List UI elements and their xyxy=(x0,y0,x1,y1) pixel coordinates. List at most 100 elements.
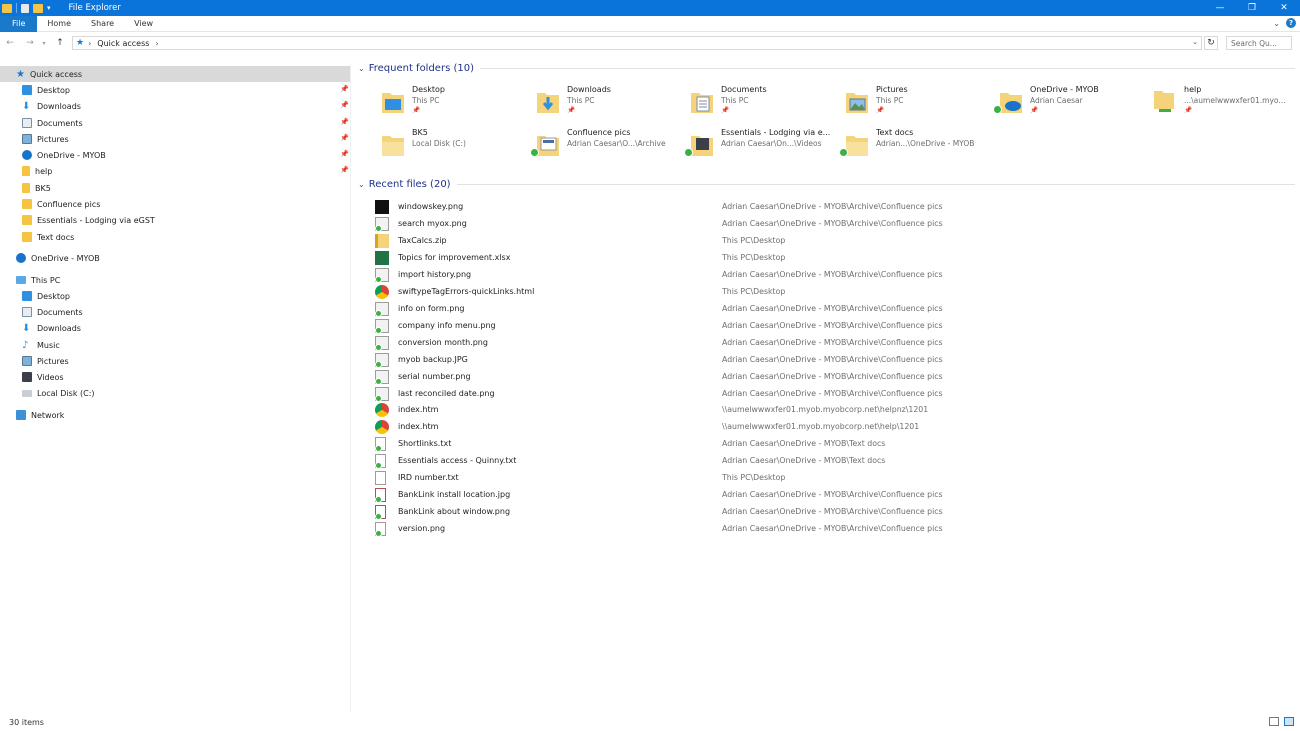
nav-qa-desktop[interactable]: Desktop xyxy=(0,82,70,98)
nav-pc-desktop[interactable]: Desktop xyxy=(0,288,70,304)
nav-label: Quick access xyxy=(29,69,83,79)
file-row[interactable]: import history.png Adrian Caesar\OneDriv… xyxy=(375,267,1295,284)
search-input[interactable]: Search Qu... xyxy=(1226,36,1292,50)
pin-icon[interactable]: 📌 xyxy=(340,85,349,93)
nav-pc-pictures[interactable]: Pictures xyxy=(0,353,69,369)
file-row[interactable]: last reconciled date.png Adrian Caesar\O… xyxy=(375,386,1295,403)
expand-ribbon-icon[interactable]: ⌄ xyxy=(1273,19,1280,28)
folder-tile-downloads[interactable]: Downloads This PC 📌 xyxy=(530,85,680,121)
file-row[interactable]: swiftypeTagErrors-quickLinks.html This P… xyxy=(375,284,1295,301)
file-row[interactable]: info on form.png Adrian Caesar\OneDrive … xyxy=(375,301,1295,318)
nav-quick-access[interactable]: ★ Quick access xyxy=(0,66,350,82)
file-row[interactable]: BankLink about window.png Adrian Caesar\… xyxy=(375,504,1295,521)
file-row[interactable]: index.htm \\aumelwwwxfer01.myob.myobcorp… xyxy=(375,419,1295,436)
recent-files-header[interactable]: ⌄ Recent files (20) xyxy=(358,177,1295,191)
file-row[interactable]: serial number.png Adrian Caesar\OneDrive… xyxy=(375,369,1295,386)
pin-icon[interactable]: 📌 xyxy=(340,134,349,142)
file-name: conversion month.png xyxy=(398,338,488,347)
file-name: TaxCalcs.zip xyxy=(398,236,447,245)
tab-share[interactable]: Share xyxy=(81,16,124,32)
pictures-icon xyxy=(22,356,32,366)
breadcrumb-quick-access[interactable]: Quick access xyxy=(97,39,149,48)
tab-home[interactable]: Home xyxy=(37,16,81,32)
folder-tile-textdocs[interactable]: Text docs Adrian...\OneDrive - MYOB xyxy=(839,128,989,164)
help-icon[interactable]: ? xyxy=(1286,18,1296,28)
file-row[interactable]: conversion month.png Adrian Caesar\OneDr… xyxy=(375,335,1295,352)
folder-tile-pictures[interactable]: Pictures This PC 📌 xyxy=(839,85,989,121)
address-dropdown-icon[interactable]: ⌄ xyxy=(1192,38,1198,46)
file-row[interactable]: Topics for improvement.xlsx This PC\Desk… xyxy=(375,250,1295,267)
file-row[interactable]: TaxCalcs.zip This PC\Desktop xyxy=(375,233,1295,250)
explorer-folder-icon[interactable] xyxy=(2,3,12,13)
file-row[interactable]: company info menu.png Adrian Caesar\OneD… xyxy=(375,318,1295,335)
pin-icon[interactable]: 📌 xyxy=(340,166,349,174)
nav-qa-pictures[interactable]: Pictures xyxy=(0,131,69,147)
nav-qa-textdocs[interactable]: Text docs xyxy=(0,229,74,245)
close-button[interactable]: ✕ xyxy=(1268,0,1300,16)
breadcrumb-separator-icon[interactable]: › xyxy=(88,39,91,48)
window-title: File Explorer xyxy=(68,3,121,13)
pin-icon[interactable]: 📌 xyxy=(340,118,349,126)
chevron-down-icon[interactable]: ⌄ xyxy=(358,180,365,189)
file-row[interactable]: windowskey.png Adrian Caesar\OneDrive - … xyxy=(375,199,1295,216)
nav-qa-onedrive[interactable]: OneDrive - MYOB xyxy=(0,147,106,163)
file-row[interactable]: BankLink install location.jpg Adrian Cae… xyxy=(375,487,1295,504)
restore-button[interactable]: ❐ xyxy=(1236,0,1268,16)
file-row[interactable]: Essentials access - Quinny.txt Adrian Ca… xyxy=(375,453,1295,470)
nav-pc-downloads[interactable]: ⬇ Downloads xyxy=(0,320,81,336)
nav-this-pc[interactable]: This PC xyxy=(0,272,60,288)
breadcrumb-chevron-icon[interactable]: › xyxy=(155,39,158,48)
downloads-folder-icon xyxy=(537,93,559,113)
nav-qa-documents[interactable]: Documents xyxy=(0,115,83,131)
pin-icon[interactable]: 📌 xyxy=(340,101,349,109)
details-view-icon[interactable] xyxy=(1269,717,1279,726)
nav-label: Essentials - Lodging via eGST xyxy=(37,215,155,225)
customize-toolbar-icon[interactable]: ▾ xyxy=(47,4,51,12)
nav-qa-bk5[interactable]: BK5 xyxy=(0,180,51,196)
folder-tile-onedrive[interactable]: OneDrive - MYOB Adrian Caesar 📌 xyxy=(993,85,1143,121)
nav-pc-music[interactable]: ♪ Music xyxy=(0,337,60,353)
address-bar[interactable]: ★ › Quick access › ⌄ xyxy=(72,36,1202,50)
pin-icon[interactable]: 📌 xyxy=(340,150,349,158)
title-bar[interactable]: ▾ File Explorer — ❐ ✕ xyxy=(0,0,1300,16)
folder-tile-documents[interactable]: Documents This PC 📌 xyxy=(684,85,834,121)
nav-pc-localdisk[interactable]: Local Disk (C:) xyxy=(0,385,95,401)
folder-icon xyxy=(846,136,868,156)
frequent-folders-header[interactable]: ⌄ Frequent folders (10) xyxy=(358,61,1295,75)
properties-icon[interactable] xyxy=(21,3,29,13)
nav-pc-videos[interactable]: Videos xyxy=(0,369,64,385)
up-arrow-icon[interactable]: ↑ xyxy=(54,37,66,49)
back-arrow-icon[interactable]: ← xyxy=(4,37,16,49)
file-row[interactable]: myob backup.JPG Adrian Caesar\OneDrive -… xyxy=(375,352,1295,369)
nav-onedrive[interactable]: OneDrive - MYOB xyxy=(0,250,100,266)
large-icons-view-icon[interactable] xyxy=(1284,717,1294,726)
file-row[interactable]: index.htm \\aumelwwwxfer01.myob.myobcorp… xyxy=(375,402,1295,419)
folder-tile-help[interactable]: help ...\aumelwwwxfer01.myo... 📌 xyxy=(1147,85,1297,121)
refresh-button[interactable]: ↻ xyxy=(1204,36,1218,50)
nav-pc-documents[interactable]: Documents xyxy=(0,304,83,320)
minimize-button[interactable]: — xyxy=(1204,0,1236,16)
nav-qa-downloads[interactable]: ⬇ Downloads xyxy=(0,98,81,114)
folder-tile-essentials[interactable]: Essentials - Lodging via e... Adrian Cae… xyxy=(684,128,834,164)
nav-qa-essentials[interactable]: Essentials - Lodging via eGST xyxy=(0,212,155,228)
folder-tile-confluence[interactable]: Confluence pics Adrian Caesar\O...\Archi… xyxy=(530,128,680,164)
ribbon-tabs: File Home Share View ⌄ ? xyxy=(0,15,1300,32)
new-folder-icon[interactable] xyxy=(33,3,43,13)
folder-icon xyxy=(22,215,32,225)
folder-tile-bk5[interactable]: BK5 Local Disk (C:) xyxy=(375,128,525,164)
recent-locations-icon[interactable]: ▾ xyxy=(38,37,50,49)
tab-file[interactable]: File xyxy=(0,15,38,32)
tab-view[interactable]: View xyxy=(124,16,163,32)
folder-tile-desktop[interactable]: Desktop This PC 📌 xyxy=(375,85,525,121)
nav-qa-help[interactable]: help xyxy=(0,163,52,179)
nav-network[interactable]: Network xyxy=(0,407,64,423)
folder-icon xyxy=(22,232,32,242)
file-location: Adrian Caesar\OneDrive - MYOB\Text docs xyxy=(722,456,886,465)
file-row[interactable]: search myox.png Adrian Caesar\OneDrive -… xyxy=(375,216,1295,233)
forward-arrow-icon[interactable]: → xyxy=(24,37,36,49)
nav-qa-confluence[interactable]: Confluence pics xyxy=(0,196,100,212)
file-row[interactable]: Shortlinks.txt Adrian Caesar\OneDrive - … xyxy=(375,436,1295,453)
file-row[interactable]: version.png Adrian Caesar\OneDrive - MYO… xyxy=(375,521,1295,538)
chevron-down-icon[interactable]: ⌄ xyxy=(358,64,365,73)
file-row[interactable]: IRD number.txt This PC\Desktop xyxy=(375,470,1295,487)
